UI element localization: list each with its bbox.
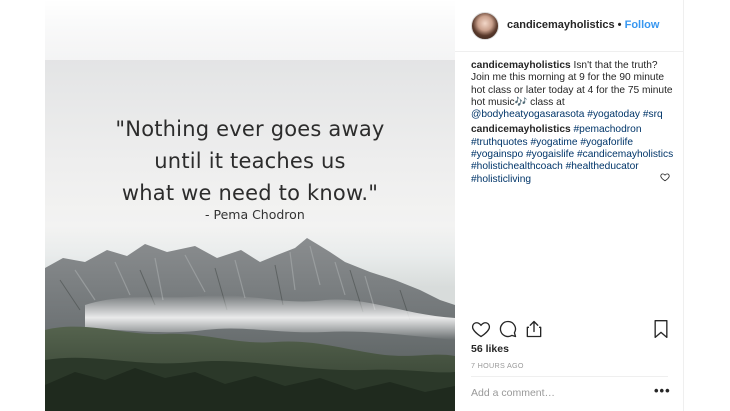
hashtag-link[interactable]: #holistichealthcoach — [471, 161, 563, 172]
hashtag-link[interactable]: #candicemayholistics — [577, 149, 673, 160]
avatar[interactable] — [471, 12, 499, 40]
likes-count[interactable]: 56 likes — [471, 343, 509, 355]
post-header: candicemayholistics • Follow — [455, 0, 684, 52]
header-user-row: candicemayholistics • Follow — [507, 19, 659, 31]
hashtag-comment: candicemayholistics #pemachodron #truthq… — [471, 124, 676, 185]
quote-line: "Nothing ever goes away — [115, 117, 385, 141]
post-timestamp: 7 HOURS AGO — [471, 361, 524, 370]
action-bar — [471, 319, 671, 339]
comment-username[interactable]: candicemayholistics — [471, 124, 571, 135]
divider — [471, 376, 668, 377]
quote-line: until it teaches us — [154, 149, 346, 173]
image-top-fade — [45, 0, 455, 60]
hashtag-link[interactable]: #yogaforlife — [580, 137, 633, 148]
post-sidebar: candicemayholistics • Follow candicemayh… — [455, 0, 684, 411]
hashtag-link[interactable]: #yogainspo — [471, 149, 523, 160]
left-margin — [0, 0, 45, 411]
quote-text: "Nothing ever goes away until it teaches… — [45, 113, 455, 209]
quote-line: what we need to know." — [121, 181, 379, 205]
comments-list: candicemayholistics Isn't that the truth… — [471, 60, 676, 189]
comment-like-heart-icon[interactable] — [660, 172, 670, 182]
bookmark-icon[interactable] — [651, 319, 671, 339]
post-image[interactable]: "Nothing ever goes away until it teaches… — [45, 0, 455, 411]
quote-attribution: - Pema Chodron — [205, 207, 305, 222]
share-icon[interactable] — [524, 319, 544, 339]
header-separator: • — [617, 19, 622, 31]
header-username[interactable]: candicemayholistics — [507, 19, 615, 31]
caption-comment: candicemayholistics Isn't that the truth… — [471, 60, 676, 121]
add-comment-input[interactable] — [471, 384, 641, 402]
caption-username[interactable]: candicemayholistics — [471, 60, 571, 71]
hashtag-link[interactable]: #truthquotes — [471, 137, 528, 148]
follow-button[interactable]: Follow — [625, 19, 660, 31]
hashtag-link[interactable]: #holisticliving — [471, 174, 531, 185]
comment-icon[interactable] — [498, 319, 518, 339]
hashtag-link[interactable]: #yogatoday — [587, 109, 640, 120]
hashtag-link[interactable]: #yogaislife — [526, 149, 574, 160]
hashtag-link[interactable]: #yogatime — [530, 137, 577, 148]
heart-icon[interactable] — [471, 319, 491, 339]
more-options-icon[interactable]: ••• — [654, 383, 671, 398]
hashtag-link[interactable]: #pemachodron — [574, 124, 642, 135]
hashtag-link[interactable]: #srq — [643, 109, 663, 120]
hashtag-link[interactable]: #healtheducator — [566, 161, 639, 172]
mention-link[interactable]: @bodyheatyogasarasota — [471, 109, 584, 120]
